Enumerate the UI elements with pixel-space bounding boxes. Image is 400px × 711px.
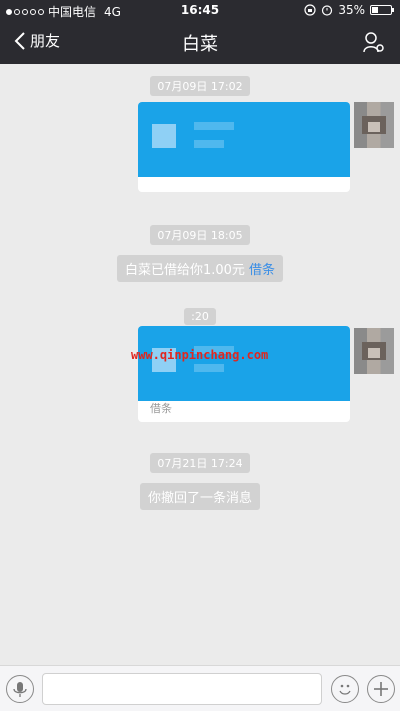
nav-bar: 朋友 白菜 xyxy=(0,20,400,64)
card-footer: 借条 xyxy=(150,402,172,415)
watermark: www.qinpinchang.com xyxy=(131,348,269,362)
card-preview xyxy=(138,102,350,177)
voice-button[interactable] xyxy=(6,675,34,703)
message-input[interactable] xyxy=(42,673,322,705)
status-right: 35% xyxy=(304,3,394,17)
chat-title: 白菜 xyxy=(182,34,218,55)
battery-percent: 35% xyxy=(338,3,365,17)
avatar[interactable] xyxy=(354,328,394,374)
timestamp: :20 xyxy=(0,305,400,325)
more-button[interactable] xyxy=(367,675,395,703)
emoji-button[interactable] xyxy=(331,675,359,703)
message-card[interactable]: 借条 xyxy=(138,326,350,422)
status-bar: 中国电信 4G 16:45 35% xyxy=(0,0,400,20)
chat-info-button[interactable] xyxy=(362,30,386,54)
avatar[interactable] xyxy=(354,102,394,148)
system-message: 你撤回了一条消息 xyxy=(0,483,400,510)
timestamp: 07月09日 17:02 xyxy=(0,75,400,96)
smiley-icon xyxy=(339,684,351,695)
microphone-icon xyxy=(13,682,27,697)
message-card[interactable] xyxy=(138,102,350,192)
person-settings-icon xyxy=(363,32,384,53)
system-message-text: 白菜已借给你1.00元 xyxy=(124,263,245,278)
timestamp: 07月09日 18:05 xyxy=(0,224,400,245)
recalled-message-text: 你撤回了一条消息 xyxy=(139,483,260,510)
plus-icon xyxy=(374,682,388,696)
lock-rotation-icon xyxy=(304,4,316,16)
card-preview xyxy=(138,326,350,401)
iou-link[interactable]: 借条 xyxy=(249,263,275,278)
input-bar xyxy=(0,665,400,711)
alarm-icon xyxy=(322,5,333,16)
battery-icon xyxy=(370,5,394,15)
system-message: 白菜已借给你1.00元 借条 xyxy=(0,255,400,282)
timestamp: 07月21日 17:24 xyxy=(0,452,400,473)
